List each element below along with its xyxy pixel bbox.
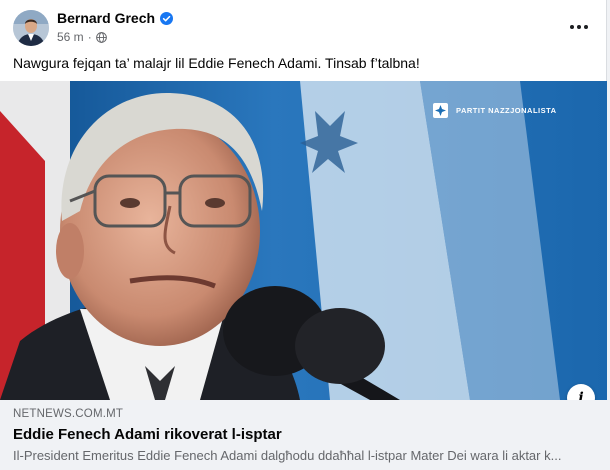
verified-badge-icon — [160, 11, 174, 25]
post-card: Bernard Grech 56 m · Nawgura fejqan ta’ … — [0, 0, 607, 470]
link-title[interactable]: Eddie Fenech Adami rikoverat l-isptar — [13, 426, 282, 443]
author-name[interactable]: Bernard Grech — [57, 10, 174, 26]
post-text: Nawgura fejqan ta’ malajr lil Eddie Fene… — [13, 55, 420, 71]
author-name-text[interactable]: Bernard Grech — [57, 10, 155, 26]
more-options-icon[interactable] — [565, 13, 593, 41]
party-logo: PARTIT NAZZJONALISTA — [433, 103, 557, 118]
link-description: Il-President Emeritus Eddie Fenech Adami… — [13, 448, 562, 463]
post-photo — [0, 81, 607, 400]
globe-icon[interactable] — [95, 31, 107, 43]
party-logo-text: PARTIT NAZZJONALISTA — [456, 106, 557, 115]
avatar-image — [13, 10, 49, 46]
post-meta: 56 m · — [57, 30, 107, 44]
post-header: Bernard Grech 56 m · — [0, 0, 607, 50]
link-preview[interactable]: NETNEWS.COM.MT Eddie Fenech Adami rikove… — [0, 400, 607, 470]
link-domain: NETNEWS.COM.MT — [13, 408, 124, 420]
post-timestamp[interactable]: 56 m — [57, 30, 84, 44]
post-image[interactable]: PARTIT NAZZJONALISTA — [0, 81, 607, 400]
party-logo-icon — [433, 103, 448, 118]
meta-separator: · — [87, 30, 92, 44]
avatar[interactable] — [13, 10, 49, 46]
